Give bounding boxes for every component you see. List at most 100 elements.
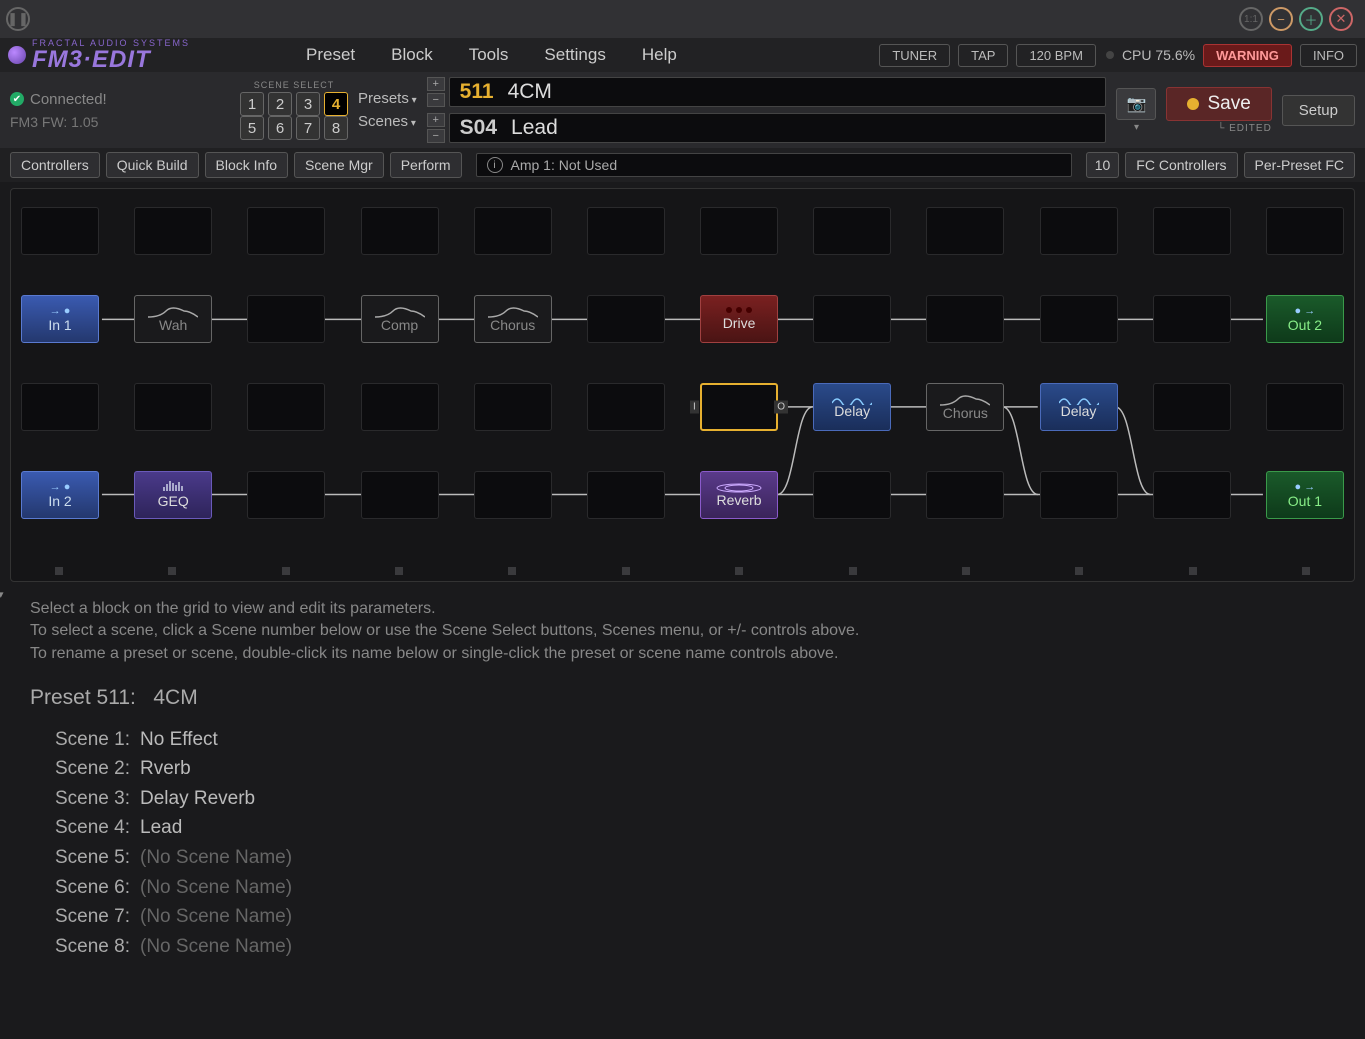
grid-cell-empty[interactable] bbox=[474, 471, 552, 519]
block-comp[interactable]: Comp bbox=[361, 295, 439, 343]
grid-cell-empty[interactable] bbox=[926, 295, 1004, 343]
grid-cell-empty[interactable] bbox=[247, 295, 325, 343]
block-drive[interactable]: Drive bbox=[700, 295, 778, 343]
scene-list-item[interactable]: Scene 1:No Effect bbox=[30, 727, 1335, 754]
scene-list-item[interactable]: Scene 3:Delay Reverb bbox=[30, 786, 1335, 813]
grid-cell-empty[interactable] bbox=[813, 207, 891, 255]
menu-settings[interactable]: Settings bbox=[526, 45, 623, 65]
scene-button-4[interactable]: 4 bbox=[324, 92, 348, 116]
block-out-2[interactable]: ● →Out 2 bbox=[1266, 295, 1344, 343]
preset-display-line[interactable]: Preset 511: 4CM bbox=[30, 683, 1335, 712]
block-chorus[interactable]: Chorus bbox=[474, 295, 552, 343]
grid-cell-empty[interactable] bbox=[1040, 295, 1118, 343]
menu-block[interactable]: Block bbox=[373, 45, 451, 65]
scene-list-item[interactable]: Scene 8:(No Scene Name) bbox=[30, 934, 1335, 961]
setup-button[interactable]: Setup bbox=[1282, 95, 1355, 126]
grid-cell-empty[interactable] bbox=[587, 471, 665, 519]
tuner-button[interactable]: TUNER bbox=[879, 44, 950, 67]
grid-cell-empty[interactable] bbox=[21, 207, 99, 255]
column-handle[interactable] bbox=[168, 567, 176, 575]
grid-cell-empty[interactable] bbox=[247, 207, 325, 255]
info-button[interactable]: INFO bbox=[1300, 44, 1357, 67]
block-reverb[interactable]: Reverb bbox=[700, 471, 778, 519]
grid-cell-empty[interactable] bbox=[134, 207, 212, 255]
collapse-icon[interactable]: ▾ bbox=[0, 588, 4, 603]
grid-cell-empty[interactable] bbox=[474, 207, 552, 255]
pause-icon[interactable]: ❚❚ bbox=[6, 7, 30, 31]
grid-cell-empty[interactable] bbox=[587, 383, 665, 431]
block-delay[interactable]: Delay bbox=[1040, 383, 1118, 431]
grid-cell-empty[interactable] bbox=[1153, 471, 1231, 519]
snapshot-button[interactable]: 📷 bbox=[1116, 88, 1156, 120]
grid-cell-empty[interactable] bbox=[1266, 383, 1344, 431]
grid-cell-empty[interactable] bbox=[587, 295, 665, 343]
bpm-display[interactable]: 120 BPM bbox=[1016, 44, 1095, 67]
close-icon[interactable]: ✕ bbox=[1329, 7, 1353, 31]
scene-list-item[interactable]: Scene 4:Lead bbox=[30, 815, 1335, 842]
tap-button[interactable]: TAP bbox=[958, 44, 1008, 67]
grid-cell-empty[interactable] bbox=[700, 207, 778, 255]
block-in-1[interactable]: → ●In 1 bbox=[21, 295, 99, 343]
grid-cell-empty[interactable] bbox=[926, 207, 1004, 255]
scene-list-item[interactable]: Scene 6:(No Scene Name) bbox=[30, 875, 1335, 902]
column-handle[interactable] bbox=[1075, 567, 1083, 575]
grid-cell-empty[interactable] bbox=[474, 383, 552, 431]
preset-inc-button[interactable]: + bbox=[427, 77, 445, 91]
tool-block-info[interactable]: Block Info bbox=[205, 152, 288, 178]
warning-badge[interactable]: WARNING bbox=[1203, 44, 1292, 67]
grid-cell-empty[interactable] bbox=[247, 471, 325, 519]
preset-dec-button[interactable]: − bbox=[427, 93, 445, 107]
column-handle[interactable] bbox=[395, 567, 403, 575]
column-handle[interactable] bbox=[849, 567, 857, 575]
one-to-one-icon[interactable]: 1:1 bbox=[1239, 7, 1263, 31]
block-out-1[interactable]: ● →Out 1 bbox=[1266, 471, 1344, 519]
column-handle[interactable] bbox=[508, 567, 516, 575]
grid-cell-empty[interactable] bbox=[926, 471, 1004, 519]
grid-cell-empty[interactable] bbox=[1153, 295, 1231, 343]
grid-cell-empty[interactable] bbox=[361, 207, 439, 255]
column-handle[interactable] bbox=[55, 567, 63, 575]
scene-button-8[interactable]: 8 bbox=[324, 116, 348, 140]
grid-cell-empty[interactable] bbox=[1040, 471, 1118, 519]
fc-controllers-button[interactable]: FC Controllers bbox=[1125, 152, 1237, 178]
block-delay[interactable]: Delay bbox=[813, 383, 891, 431]
tool-perform[interactable]: Perform bbox=[390, 152, 462, 178]
presets-dropdown[interactable]: Presets bbox=[358, 90, 417, 107]
tool-scene-mgr[interactable]: Scene Mgr bbox=[294, 152, 384, 178]
grid-cell-empty[interactable] bbox=[1153, 207, 1231, 255]
tool-controllers[interactable]: Controllers bbox=[10, 152, 100, 178]
grid-cell-empty[interactable] bbox=[1040, 207, 1118, 255]
column-handle[interactable] bbox=[962, 567, 970, 575]
scenes-dropdown[interactable]: Scenes bbox=[358, 113, 417, 130]
column-handle[interactable] bbox=[1302, 567, 1310, 575]
scene-list-item[interactable]: Scene 7:(No Scene Name) bbox=[30, 904, 1335, 931]
grid-cell-empty[interactable] bbox=[813, 295, 891, 343]
menu-help[interactable]: Help bbox=[624, 45, 695, 65]
maximize-icon[interactable]: ＋ bbox=[1299, 7, 1323, 31]
minimize-icon[interactable]: − bbox=[1269, 7, 1293, 31]
column-handle[interactable] bbox=[282, 567, 290, 575]
scene-button-1[interactable]: 1 bbox=[240, 92, 264, 116]
grid-cell-empty[interactable] bbox=[813, 471, 891, 519]
scene-button-5[interactable]: 5 bbox=[240, 116, 264, 140]
column-handle[interactable] bbox=[735, 567, 743, 575]
scene-inc-button[interactable]: + bbox=[427, 113, 445, 127]
grid-cell-empty[interactable] bbox=[587, 207, 665, 255]
scene-list-item[interactable]: Scene 5:(No Scene Name) bbox=[30, 845, 1335, 872]
preset-name-box[interactable]: 511 4CM bbox=[449, 77, 1107, 107]
grid-cell-empty[interactable] bbox=[361, 471, 439, 519]
snapshot-dropdown[interactable]: ▾ bbox=[1134, 122, 1139, 133]
block-selected-empty[interactable]: IO bbox=[700, 383, 778, 431]
block-wah[interactable]: Wah bbox=[134, 295, 212, 343]
column-handle[interactable] bbox=[622, 567, 630, 575]
block-in-2[interactable]: → ●In 2 bbox=[21, 471, 99, 519]
fc-count[interactable]: 10 bbox=[1086, 152, 1120, 178]
tool-quick-build[interactable]: Quick Build bbox=[106, 152, 199, 178]
block-chorus[interactable]: Chorus bbox=[926, 383, 1004, 431]
grid-cell-empty[interactable] bbox=[361, 383, 439, 431]
menu-tools[interactable]: Tools bbox=[451, 45, 527, 65]
grid-cell-empty[interactable] bbox=[247, 383, 325, 431]
per-preset-fc-button[interactable]: Per-Preset FC bbox=[1244, 152, 1355, 178]
grid-cell-empty[interactable] bbox=[134, 383, 212, 431]
scene-name-box[interactable]: S04 Lead bbox=[449, 113, 1107, 143]
